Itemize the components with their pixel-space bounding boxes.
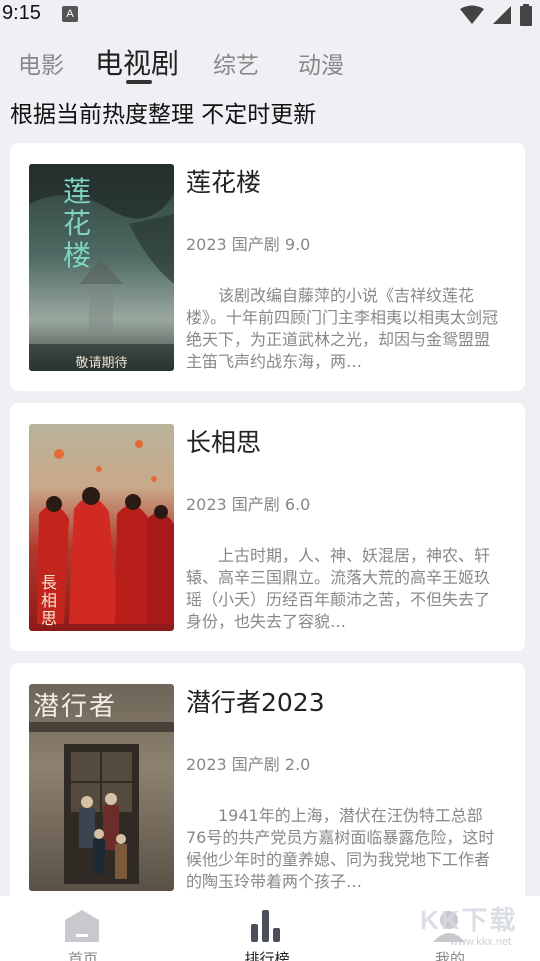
list-item[interactable]: 莲花楼 敬请期待 莲花楼 2023 国产剧 9.0 该剧改编自藤萍的小说《吉祥纹… (10, 143, 525, 391)
card-title: 莲花楼 (186, 168, 262, 197)
tab-movies[interactable]: 电影 (18, 46, 64, 80)
list-item[interactable]: 長相思 长相思 2023 国产剧 6.0 上古时期，人、神、妖混居，神农、轩辕、… (10, 403, 525, 651)
battery-icon (520, 4, 532, 26)
home-icon (65, 910, 99, 942)
poster-image: 長相思 (29, 424, 174, 631)
list-item[interactable]: 潜行者 潜行者2023 2023 国产剧 2.0 1941年的上海，潜伏在汪伪特… (10, 663, 525, 911)
card-meta: 2023 国产剧 6.0 (186, 495, 311, 514)
chart-icon (251, 910, 280, 942)
card-meta: 2023 国产剧 9.0 (186, 235, 311, 254)
wifi-icon (460, 5, 484, 24)
watermark: KK下载 www.kkx.net (420, 900, 540, 950)
category-tabs: 电影 电视剧 综艺 动漫 (0, 40, 540, 90)
card-description: 1941年的上海，潜伏在汪伪特工总部76号的共产党员方嘉树面临暴露危险，这时候他… (186, 806, 495, 891)
poster-title: 莲花楼 (63, 175, 92, 272)
notification-icon: A (62, 6, 78, 22)
poster-image: 潜行者 (29, 684, 174, 891)
card-title: 潜行者2023 (186, 688, 325, 717)
nav-ranking-label: 排行榜 (244, 950, 290, 961)
tab-variety[interactable]: 综艺 (213, 46, 259, 80)
poster-title: 潜行者 (33, 692, 118, 722)
poster-caption: 敬请期待 (75, 356, 128, 371)
nav-home-label: 首页 (67, 950, 98, 961)
nav-home[interactable]: 首页 (23, 896, 143, 961)
tab-anime[interactable]: 动漫 (298, 46, 344, 80)
nav-ranking[interactable]: 排行榜 (207, 896, 327, 961)
poster-image: 莲花楼 敬请期待 (29, 164, 174, 371)
signal-icon (493, 6, 511, 24)
card-description: 上古时期，人、神、妖混居，神农、轩辕、高辛三国鼎立。流落大荒的高辛王姬玖瑶（小夭… (186, 546, 491, 631)
status-bar: 9:15 A (0, 0, 540, 30)
status-time: 9:15 (2, 2, 41, 24)
tab-tv-series[interactable]: 电视剧 (95, 42, 179, 82)
card-description: 该剧改编自藤萍的小说《吉祥纹莲花楼》。十年前四顾门门主李相夷以相夷太剑冠绝天下，… (186, 286, 498, 371)
card-title: 长相思 (186, 428, 262, 457)
status-icons (460, 4, 532, 26)
page-subtitle: 根据当前热度整理 不定时更新 (10, 102, 317, 128)
watermark-url: www.kkx.net (450, 936, 512, 948)
poster-title: 長相思 (41, 573, 58, 628)
card-meta: 2023 国产剧 2.0 (186, 755, 311, 774)
watermark-text: KK下载 (420, 905, 518, 935)
active-tab-indicator (126, 80, 152, 84)
